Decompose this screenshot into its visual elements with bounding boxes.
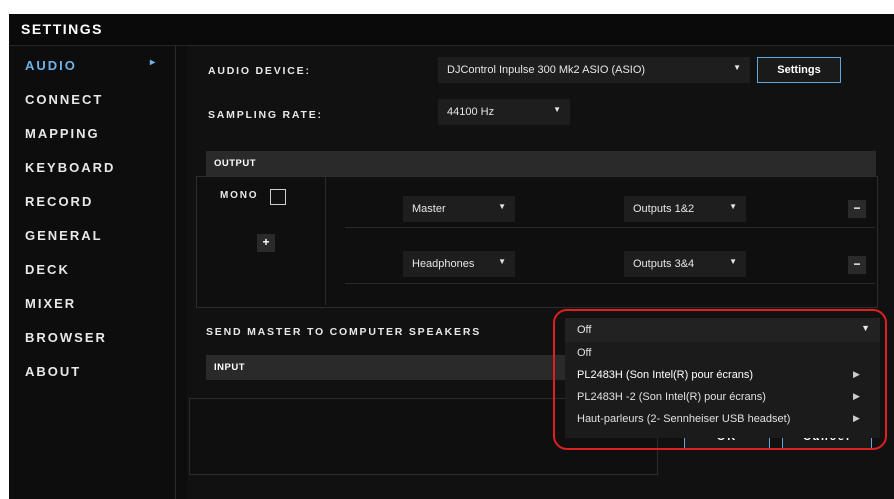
chevron-down-icon: ▼ [498,257,506,266]
output-route-value: Outputs 1&2 [633,203,695,215]
output-route-value: Outputs 3&4 [633,258,695,270]
sidebar-item-about[interactable]: ABOUT [25,364,81,384]
output-panel [196,176,878,308]
output-header-label: OUTPUT [214,158,257,169]
sampling-rate-dropdown[interactable]: 44100 Hz ▼ [438,99,570,125]
title-bar: SETTINGS [9,14,894,46]
output-header: OUTPUT [206,151,876,176]
sidebar-item-label: ABOUT [25,364,82,379]
sidebar-item-connect[interactable]: CONNECT [25,92,103,112]
chevron-down-icon: ▼ [498,202,506,211]
sidebar-item-audio[interactable]: AUDIO ▸ [25,57,155,78]
sidebar-item-label: MIXER [25,296,77,311]
sampling-rate-value: 44100 Hz [447,106,495,118]
output-channel-value: Headphones [412,258,475,270]
input-header: INPUT [206,355,566,380]
mono-label: MONO [220,190,259,201]
output-divider [325,177,326,305]
output-row-separator [345,227,875,228]
active-arrow-icon: ▸ [150,57,158,68]
sidebar-item-label: GENERAL [25,228,103,243]
audio-device-value: DJControl Inpulse 300 Mk2 ASIO (ASIO) [447,64,646,76]
output-channel-dropdown[interactable]: Headphones ▼ [403,251,515,277]
sidebar-item-label: RECORD [25,194,94,209]
audio-device-label: AUDIO DEVICE: [208,65,311,77]
sidebar-item-general[interactable]: GENERAL [25,228,103,248]
mono-checkbox[interactable] [270,189,286,205]
sidebar-item-label: CONNECT [25,92,104,107]
input-header-label: INPUT [214,362,245,373]
output-route-dropdown[interactable]: Outputs 3&4 ▼ [624,251,746,277]
sidebar-item-mapping[interactable]: MAPPING [25,126,100,146]
sidebar-item-keyboard[interactable]: KEYBOARD [25,160,115,180]
chevron-down-icon: ▼ [733,63,741,72]
chevron-down-icon: ▼ [729,257,737,266]
sampling-rate-label: SAMPLING RATE: [208,109,323,121]
output-route-dropdown[interactable]: Outputs 1&2 ▼ [624,196,746,222]
output-channel-value: Master [412,203,446,215]
sidebar-item-browser[interactable]: BROWSER [25,330,107,350]
remove-output-button[interactable]: − [848,256,866,274]
add-output-button[interactable]: + [257,234,275,252]
window-title: SETTINGS [21,21,104,37]
output-channel-dropdown[interactable]: Master ▼ [403,196,515,222]
remove-output-button[interactable]: − [848,200,866,218]
chevron-down-icon: ▼ [553,105,561,114]
sidebar-item-label: MAPPING [25,126,100,141]
audio-device-dropdown[interactable]: DJControl Inpulse 300 Mk2 ASIO (ASIO) ▼ [438,57,750,83]
sidebar: AUDIO ▸ CONNECT MAPPING KEYBOARD RECORD … [9,46,176,499]
sidebar-item-label: AUDIO [25,58,77,73]
chevron-down-icon: ▼ [729,202,737,211]
sidebar-item-mixer[interactable]: MIXER [25,296,76,316]
sidebar-item-label: DECK [25,262,70,277]
output-row-separator [345,283,875,284]
sidebar-item-label: BROWSER [25,330,107,345]
sidebar-item-record[interactable]: RECORD [25,194,93,214]
send-master-label: SEND MASTER TO COMPUTER SPEAKERS [206,326,482,338]
highlight-ring [553,309,887,450]
audio-device-settings-button[interactable]: Settings [757,57,841,83]
sidebar-item-label: KEYBOARD [25,160,116,175]
sidebar-item-deck[interactable]: DECK [25,262,70,282]
